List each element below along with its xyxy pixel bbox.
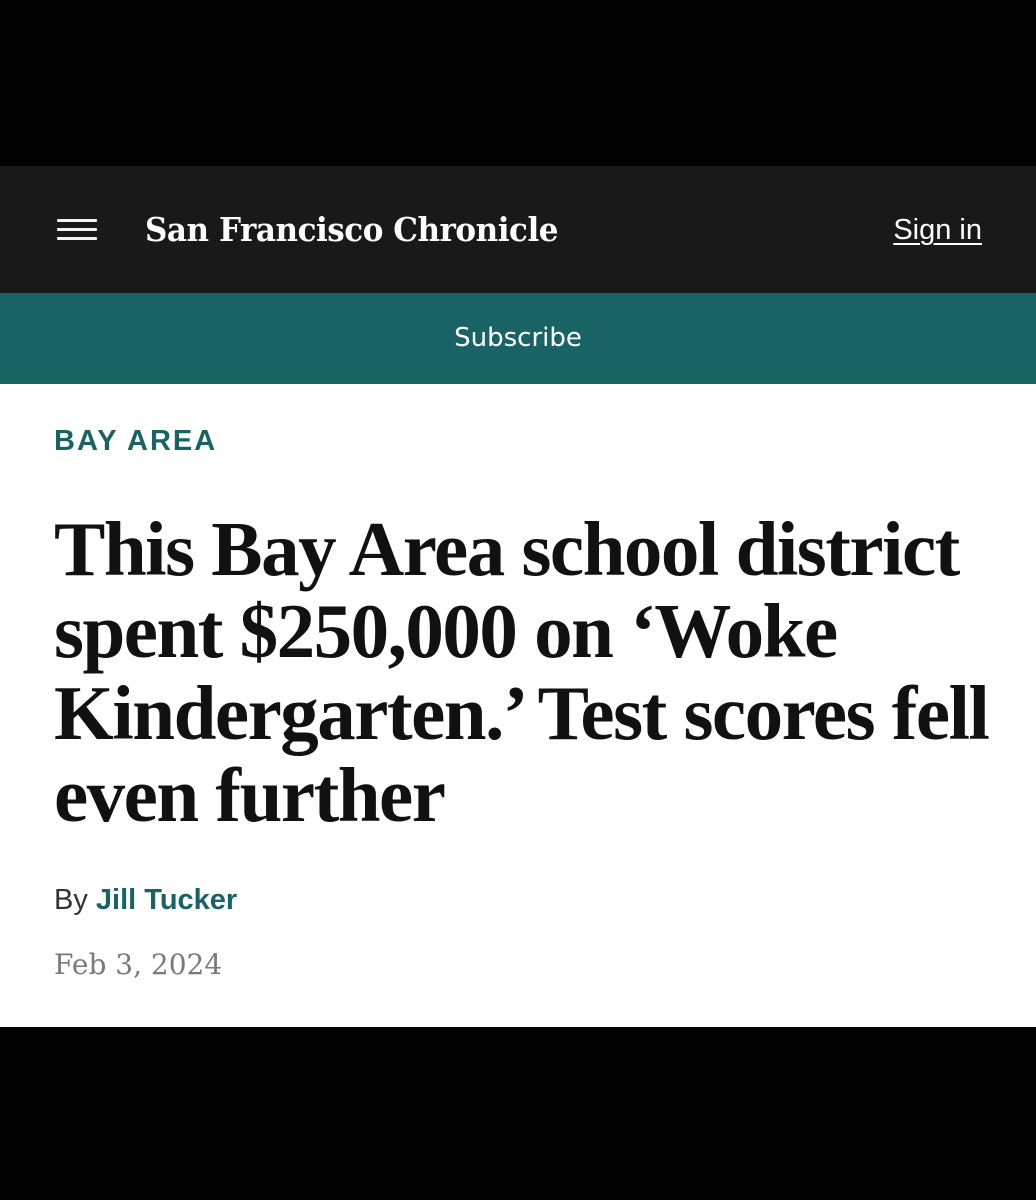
article-headline: This Bay Area school district spent $250… [54, 506, 990, 838]
sign-in-link[interactable]: Sign in [893, 210, 982, 250]
menu-line [57, 237, 97, 240]
screenshot: San Francisco Chronicle Sign in Subscrib… [0, 0, 1036, 1200]
subscribe-bar: Subscribe [0, 293, 1036, 384]
site-header: San Francisco Chronicle Sign in [0, 166, 1036, 293]
menu-line [57, 228, 97, 231]
byline: By Jill Tucker [54, 881, 237, 919]
hamburger-menu-icon[interactable] [57, 219, 97, 241]
section-label[interactable]: BAY AREA [54, 422, 217, 460]
byline-prefix: By [54, 884, 88, 916]
publish-date: Feb 3, 2024 [54, 948, 223, 981]
article-header: BAY AREA This Bay Area school district s… [0, 384, 1036, 1027]
site-logo[interactable]: San Francisco Chronicle [145, 206, 559, 254]
subscribe-button[interactable]: Subscribe [0, 293, 1036, 384]
author-link[interactable]: Jill Tucker [96, 884, 237, 916]
menu-line [57, 219, 97, 222]
